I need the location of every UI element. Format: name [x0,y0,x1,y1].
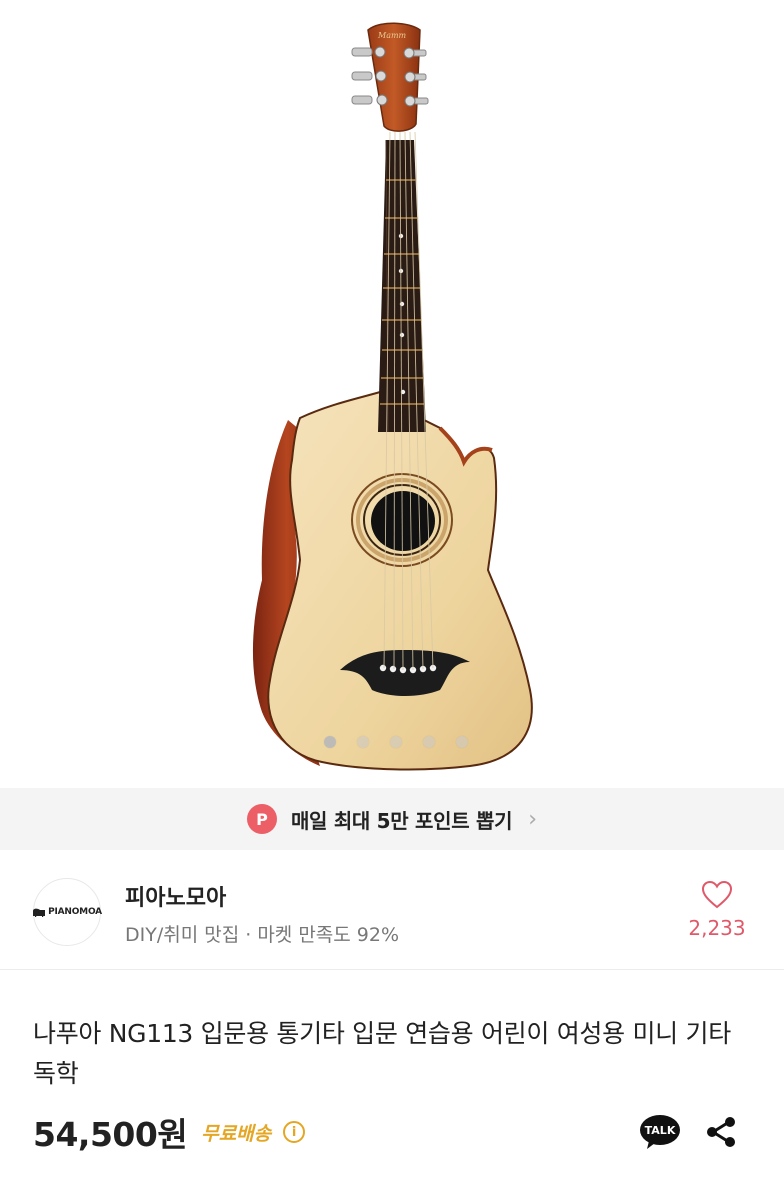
svg-text:Mamm: Mamm [377,31,407,40]
action-buttons: TALK [639,1108,739,1156]
like-button[interactable]: 2,233 [682,880,752,940]
kakaotalk-icon: TALK [640,1115,680,1149]
gallery-dot-4[interactable] [423,736,435,748]
guitar-image: Mamm [252,22,533,771]
heart-outline-icon [701,880,733,909]
chevron-right-icon: › [528,806,538,832]
seller-section[interactable]: PIANOMOA 피아노모아 DIY/취미 맛집 · 마켓 만족도 92% 2,… [0,850,784,970]
product-title: 나푸아 NG113 입문용 통기타 입문 연습용 어린이 여성용 미니 기타 독… [33,1019,731,1088]
talk-label: TALK [645,1124,676,1137]
talk-button[interactable]: TALK [639,1113,681,1151]
point-promo-banner[interactable]: P 매일 최대 5만 포인트 뽑기 › [0,788,784,850]
gallery-pagination[interactable] [0,736,784,748]
like-count: 2,233 [688,916,746,940]
gallery-dot-1[interactable] [324,736,336,748]
product-image-gallery[interactable]: Mamm [0,0,784,788]
seller-logo-text: PIANOMOA [48,907,102,917]
point-badge-icon: P [246,804,277,834]
piano-icon [33,908,46,917]
price-row: 54,500원 무료배송 i TALK [33,1108,753,1156]
seller-name[interactable]: 피아노모아 [125,880,226,912]
seller-logo: PIANOMOA [32,907,102,917]
info-icon[interactable]: i [283,1121,306,1143]
gallery-dot-2[interactable] [357,736,369,748]
share-icon [707,1117,735,1147]
promo-text: 매일 최대 5만 포인트 뽑기 [290,808,513,833]
seller-meta: DIY/취미 맛집 · 마켓 만족도 92% [125,924,400,946]
gallery-dot-3[interactable] [390,736,402,748]
share-button[interactable] [703,1114,739,1150]
seller-avatar[interactable]: PIANOMOA [32,878,102,946]
free-shipping-badge: 무료배송 [201,1122,272,1145]
gallery-dot-5[interactable] [456,736,468,748]
product-price: 54,500원 [33,1115,188,1154]
